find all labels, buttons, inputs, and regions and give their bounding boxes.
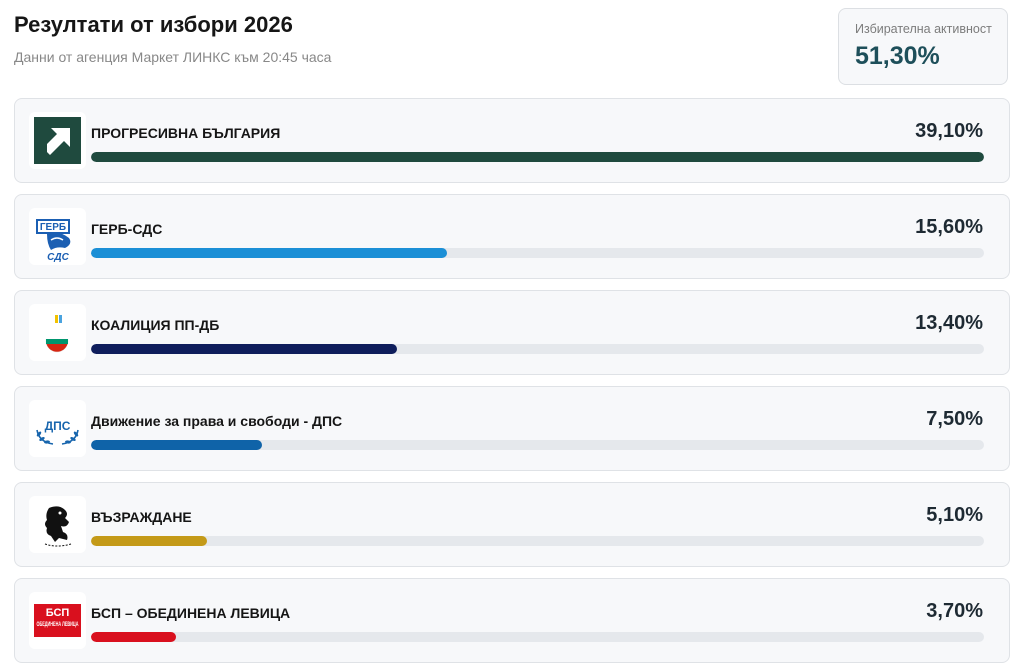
turnout-card: Избирателна активност 51,30% — [838, 8, 1008, 85]
party-bar-fill — [91, 536, 208, 546]
party-results-list: ПРОГРЕСИВНА БЪЛГАРИЯ 39,10% ГЕРБ СДС ГЕР… — [14, 98, 1010, 670]
party-bar-fill — [91, 248, 448, 258]
party-row-dps: ДПС Движение за права и свободи - ДПС 7,… — [14, 386, 1010, 471]
bsp-logo-subtext: ОБЕДИНЕНА ЛЕВИЦА — [37, 622, 79, 628]
party-percent: 3,70% — [926, 600, 983, 622]
party-row-pp-db: КОАЛИЦИЯ ПП-ДБ 13,40% — [14, 290, 1010, 375]
turnout-label: Избирателна активност — [855, 22, 992, 36]
party-bar-track — [91, 536, 984, 546]
party-percent: 39,10% — [915, 120, 983, 142]
bsp-logo-icon: БСП ОБЕДИНЕНА ЛЕВИЦА — [29, 592, 86, 649]
party-bar-fill — [91, 632, 176, 642]
party-name: ПРОГРЕСИВНА БЪЛГАРИЯ — [91, 125, 281, 141]
party-name: Движение за права и свободи - ДПС — [91, 413, 343, 429]
party-bar-fill — [91, 344, 398, 354]
party-name: КОАЛИЦИЯ ПП-ДБ — [91, 317, 220, 333]
party-name: ВЪЗРАЖДАНЕ — [91, 509, 192, 525]
sds-logo-text: СДС — [47, 252, 69, 263]
party-percent: 7,50% — [926, 408, 983, 430]
party-row-bsp: БСП ОБЕДИНЕНА ЛЕВИЦА БСП – ОБЕДИНЕНА ЛЕВ… — [14, 578, 1010, 663]
gerb-lion-icon: ГЕРБ СДС — [29, 208, 86, 265]
party-percent: 5,10% — [926, 504, 983, 526]
party-bar-track — [91, 152, 984, 162]
party-percent: 13,40% — [915, 312, 983, 334]
party-name: БСП – ОБЕДИНЕНА ЛЕВИЦА — [91, 605, 291, 621]
page-title: Резултати от избори 2026 — [14, 12, 293, 37]
turnout-value: 51,30% — [855, 42, 940, 70]
vazrazhdane-lion-icon — [29, 496, 86, 553]
dps-logo-text: ДПС — [45, 419, 71, 433]
party-bar-fill — [91, 152, 984, 162]
party-bar-track — [91, 248, 984, 258]
pp-db-flag-icon — [29, 304, 86, 361]
party-row-progressive-bulgaria: ПРОГРЕСИВНА БЪЛГАРИЯ 39,10% — [14, 98, 1010, 183]
party-bar-track — [91, 632, 984, 642]
page-subtitle: Данни от агенция Маркет ЛИНКС към 20:45 … — [14, 49, 332, 65]
party-row-gerb-sds: ГЕРБ СДС ГЕРБ-СДС 15,60% — [14, 194, 1010, 279]
party-percent: 15,60% — [915, 216, 983, 238]
gerb-logo-text: ГЕРБ — [40, 222, 66, 233]
progressive-bulgaria-arrow-icon — [29, 112, 86, 169]
bsp-logo-text: БСП — [46, 607, 70, 619]
party-row-vazrazhdane: ВЪЗРАЖДАНЕ 5,10% — [14, 482, 1010, 567]
party-bar-track — [91, 344, 984, 354]
party-bar-track — [91, 440, 984, 450]
party-bar-fill — [91, 440, 263, 450]
dps-laurel-icon: ДПС — [29, 400, 86, 457]
election-results-page: Резултати от избори 2026 Данни от агенци… — [0, 0, 1024, 670]
results-header: Резултати от избори 2026 Данни от агенци… — [14, 10, 814, 66]
party-name: ГЕРБ-СДС — [91, 221, 163, 237]
